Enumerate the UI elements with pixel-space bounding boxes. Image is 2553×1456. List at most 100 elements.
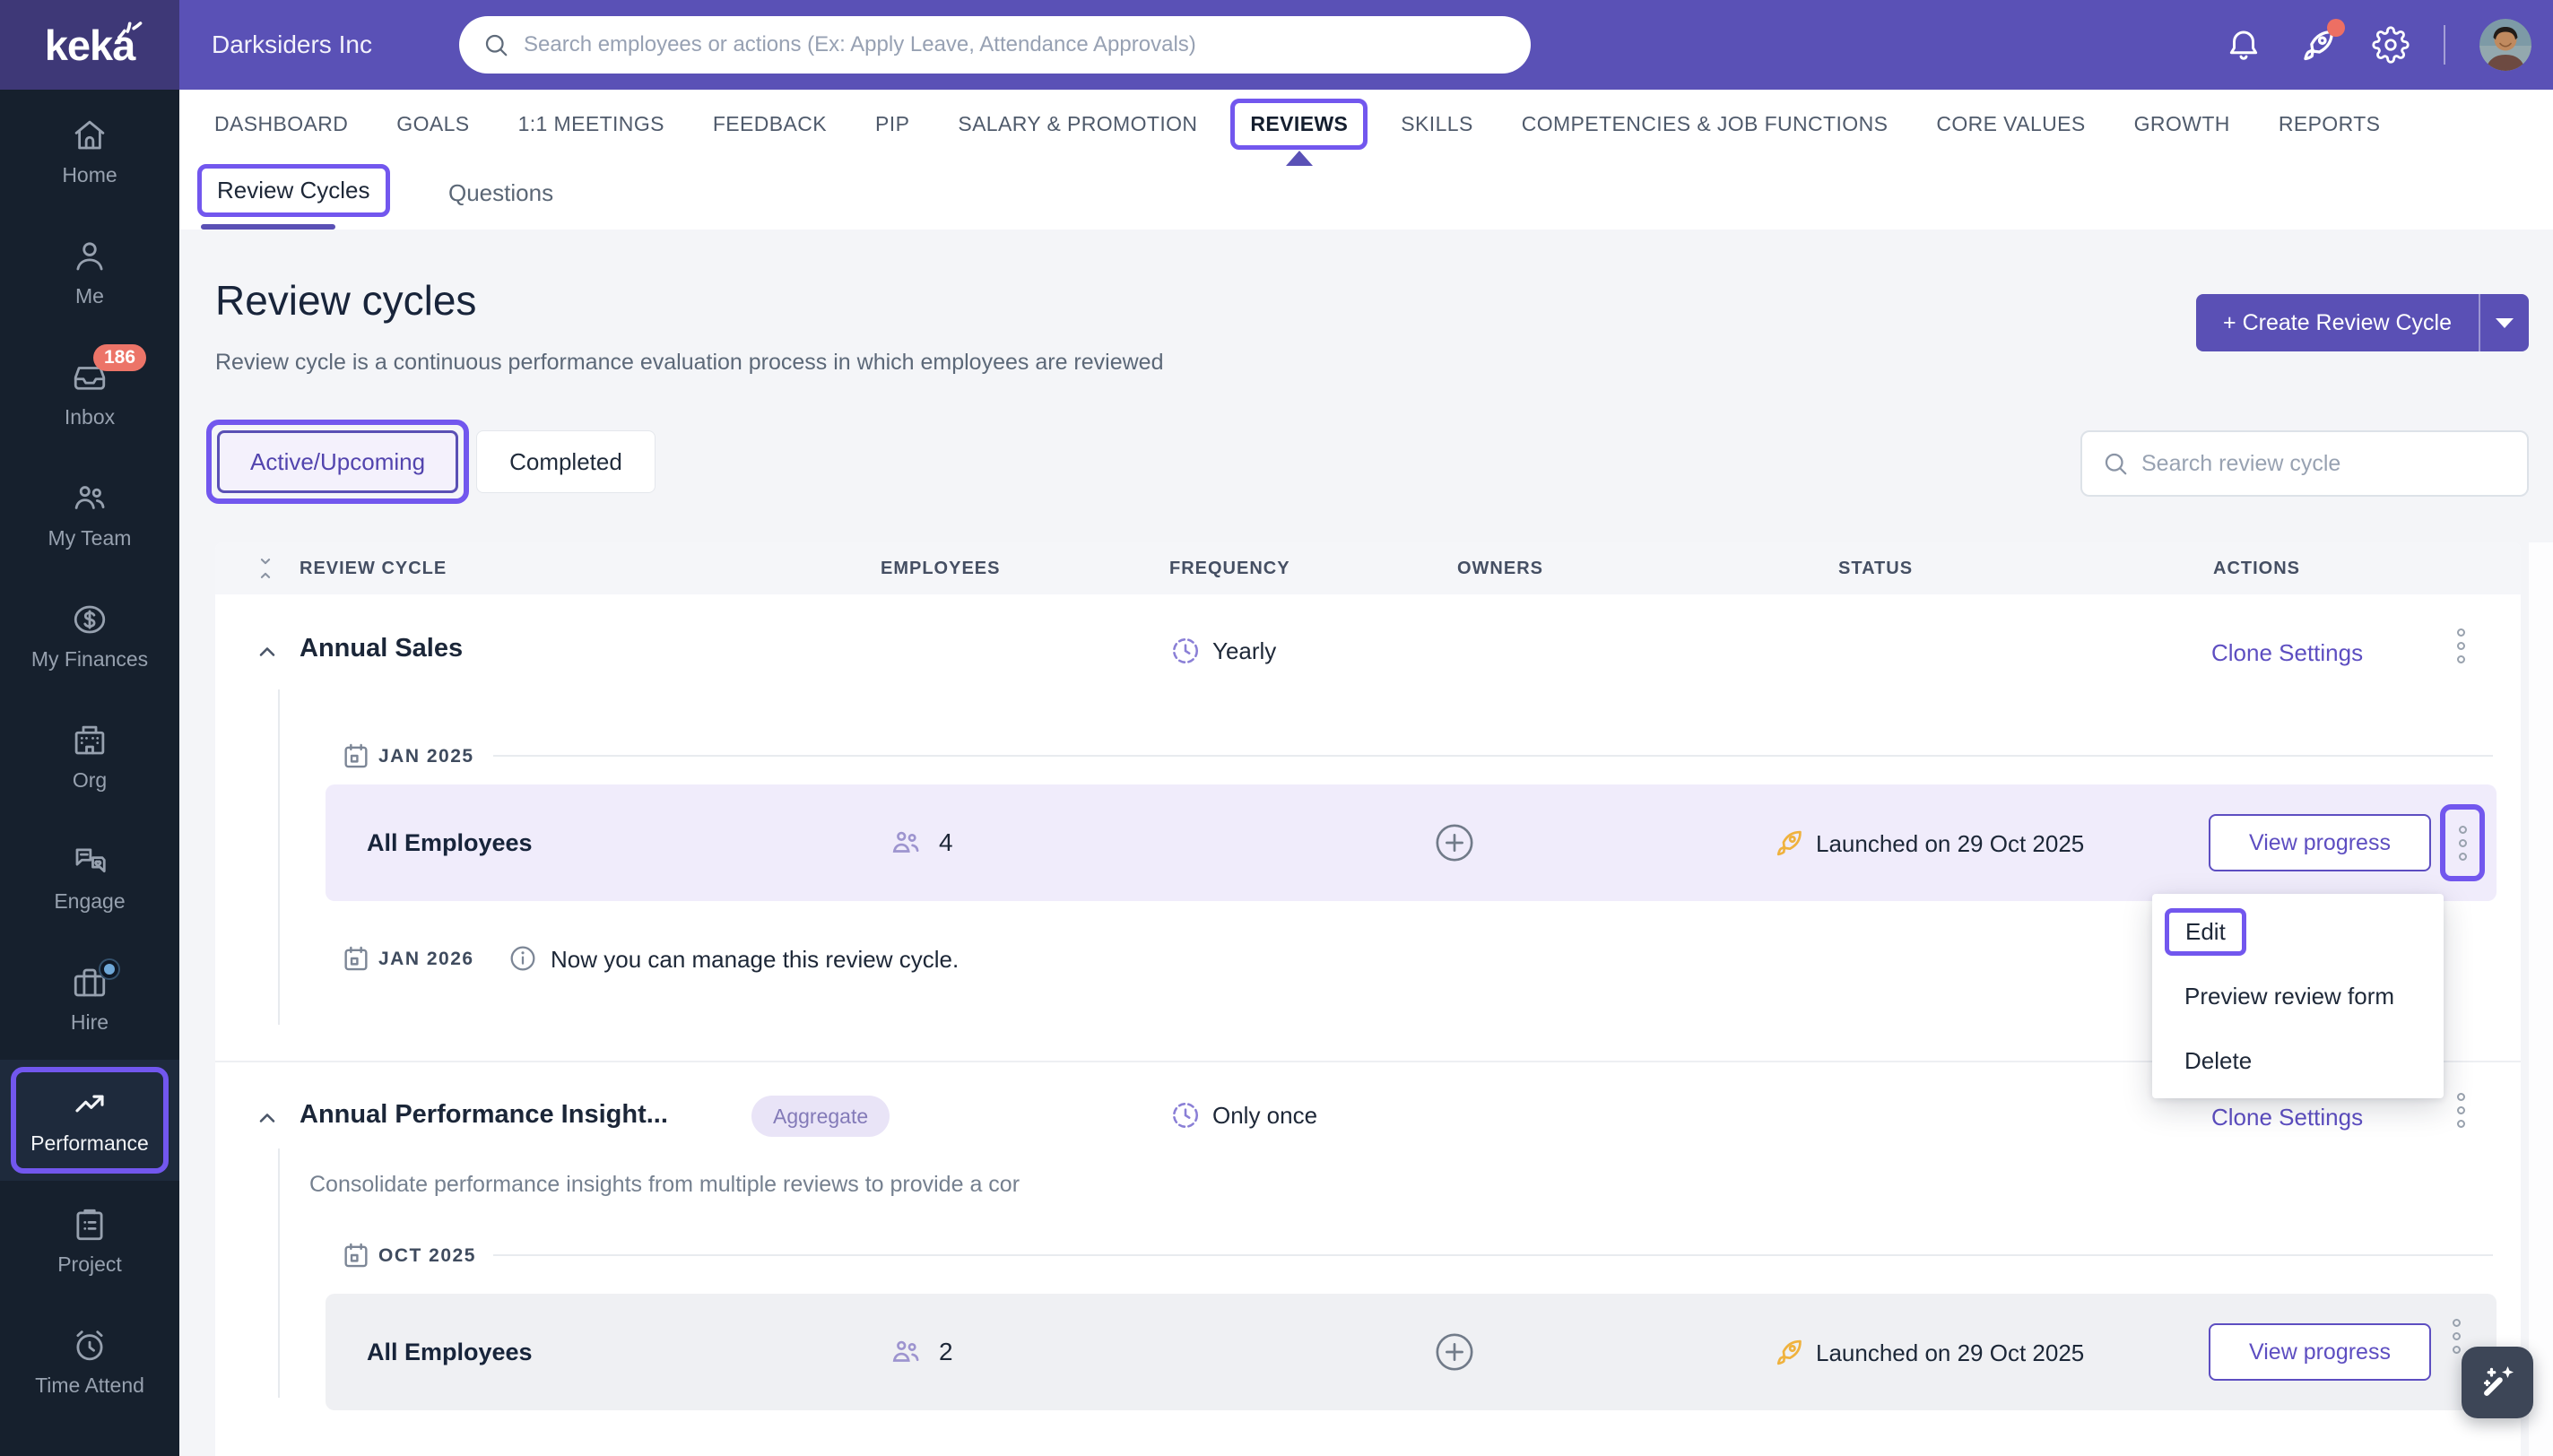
add-owner-icon[interactable] (1434, 822, 1475, 863)
frequency-cell: Only once (1169, 1099, 1317, 1131)
tab-goals[interactable]: GOALS (372, 112, 493, 136)
sidebar-item-label: My Finances (31, 647, 148, 672)
announcements-rocket-icon[interactable] (2297, 24, 2338, 65)
sidebar-item-my-finances[interactable]: My Finances (0, 576, 179, 697)
collapse-chevron-icon[interactable] (255, 639, 280, 664)
notifications-bell-icon[interactable] (2225, 26, 2262, 64)
clone-settings-link[interactable]: Clone Settings (2211, 1104, 2363, 1131)
review-cycle-search[interactable] (2080, 430, 2529, 497)
launched-rocket-icon (1771, 826, 1805, 860)
tab-core-values[interactable]: CORE VALUES (1912, 112, 2109, 136)
engage-icon (71, 843, 109, 880)
row-name: All Employees (367, 1339, 533, 1366)
add-owner-icon[interactable] (1434, 1331, 1475, 1373)
sidebar-item-me[interactable]: Me (0, 212, 179, 334)
tab-dashboard[interactable]: DASHBOARD (190, 112, 372, 136)
tab-1-1-meetings[interactable]: 1:1 MEETINGS (494, 112, 689, 136)
tab-reviews[interactable]: REVIEWS (1221, 90, 1376, 158)
active-tab-caret-icon (1286, 151, 1313, 166)
sidebar-item-performance[interactable]: Performance (0, 1060, 179, 1181)
search-icon (482, 31, 509, 58)
menu-item-delete[interactable]: Delete (2152, 1028, 2444, 1093)
sidebar-item-label: Performance (30, 1131, 149, 1156)
module-tab-bar: DASHBOARD GOALS 1:1 MEETINGS FEEDBACK PI… (179, 90, 2553, 158)
tab-reports[interactable]: REPORTS (2254, 112, 2405, 136)
col-frequency: FREQUENCY (1169, 542, 1290, 594)
magic-wand-button[interactable] (2462, 1347, 2533, 1418)
header-divider (2444, 25, 2445, 65)
main-content: Review cycles Review cycle is a continuo… (179, 230, 2553, 1456)
clone-settings-link[interactable]: Clone Settings (2211, 639, 2363, 667)
period-date: OCT 2025 (378, 1245, 476, 1267)
create-review-cycle-dropdown[interactable] (2479, 294, 2529, 351)
period-divider (493, 1254, 2493, 1256)
company-name: Darksiders Inc (212, 30, 372, 59)
row-context-menu: Edit Preview review form Delete (2152, 894, 2444, 1098)
sidebar-item-hire[interactable]: Hire (0, 939, 179, 1060)
review-cycle-row[interactable]: All Employees 4 Launched on 29 Oct 2025 … (326, 784, 2497, 901)
frequency-cell: Yearly (1169, 635, 1276, 667)
global-search[interactable] (459, 16, 1531, 74)
tab-competencies-job-functions[interactable]: COMPETENCIES & JOB FUNCTIONS (1498, 112, 1913, 136)
menu-item-edit[interactable]: Edit (2152, 899, 2444, 964)
toggle-completed[interactable]: Completed (476, 430, 656, 493)
row-kebab-menu-icon[interactable] (2459, 826, 2467, 861)
subtab-questions[interactable]: Questions (448, 179, 553, 207)
employees-icon (889, 826, 923, 860)
clipboard-icon (71, 1206, 109, 1244)
sidebar-item-my-team[interactable]: My Team (0, 455, 179, 576)
scrollbar-track[interactable] (2529, 542, 2553, 1456)
global-search-input[interactable] (524, 32, 1507, 57)
group-kebab-menu-icon[interactable] (2457, 1093, 2465, 1128)
hire-notification-dot (100, 960, 118, 978)
period-note: Now you can manage this review cycle. (551, 946, 959, 974)
search-icon (2102, 450, 2129, 477)
sidebar-item-home[interactable]: Home (0, 91, 179, 212)
group-name[interactable]: Annual Sales (300, 634, 463, 663)
sidebar-item-engage[interactable]: Engage (0, 818, 179, 939)
group-name[interactable]: Annual Performance Insight... (300, 1100, 668, 1130)
reviews-sub-tab-bar: Review Cycles Questions (179, 158, 2553, 230)
review-cycles-table: REVIEW CYCLE EMPLOYEES FREQUENCY OWNERS … (215, 542, 2521, 1456)
tab-pip[interactable]: PIP (851, 112, 933, 136)
sidebar-item-label: Me (75, 284, 104, 308)
sidebar: keka Home Me 186 Inbox My Team My Financ… (0, 0, 179, 1456)
org-icon (71, 722, 109, 759)
user-avatar[interactable] (2479, 19, 2531, 71)
tab-skills[interactable]: SKILLS (1376, 112, 1497, 136)
review-cycle-search-input[interactable] (2141, 451, 2507, 477)
info-icon (508, 943, 538, 974)
settings-gear-icon[interactable] (2372, 26, 2410, 64)
review-cycle-row[interactable]: All Employees 2 Launched on 29 Oct 2025 … (326, 1294, 2497, 1410)
active-upcoming-annotation-box: Active/Upcoming (206, 420, 469, 504)
subtab-review-cycles[interactable]: Review Cycles (197, 164, 390, 217)
sidebar-item-inbox[interactable]: 186 Inbox (0, 334, 179, 455)
inbox-badge: 186 (93, 344, 146, 371)
tab-feedback[interactable]: FEEDBACK (689, 112, 851, 136)
sidebar-item-project[interactable]: Project (0, 1181, 179, 1302)
magic-wand-icon (2477, 1362, 2518, 1403)
person-icon (71, 238, 109, 275)
toggle-active-upcoming[interactable]: Active/Upcoming (217, 430, 458, 493)
tab-growth[interactable]: GROWTH (2110, 112, 2254, 136)
page-title: Review cycles (215, 276, 476, 325)
team-icon (71, 480, 109, 517)
caret-down-icon (2496, 318, 2514, 328)
sidebar-item-label: My Team (48, 526, 132, 550)
keka-logo[interactable]: keka (0, 0, 179, 90)
row-kebab-menu-icon[interactable] (2453, 1319, 2461, 1354)
col-owners: OWNERS (1457, 542, 1543, 594)
row-kebab-annotation-box[interactable] (2440, 804, 2485, 881)
collapse-all-icon[interactable] (253, 556, 278, 581)
edit-annotation-box: Edit (2165, 908, 2246, 956)
menu-item-preview-review-form[interactable]: Preview review form (2152, 964, 2444, 1028)
sidebar-item-org[interactable]: Org (0, 697, 179, 818)
sidebar-item-time-attend[interactable]: Time Attend (0, 1302, 179, 1423)
view-progress-button[interactable]: View progress (2209, 1323, 2431, 1381)
create-review-cycle-button[interactable]: + Create Review Cycle (2196, 294, 2529, 351)
collapse-chevron-icon[interactable] (255, 1105, 280, 1131)
table-header: REVIEW CYCLE EMPLOYEES FREQUENCY OWNERS … (215, 542, 2521, 594)
tab-salary-promotion[interactable]: SALARY & PROMOTION (933, 112, 1221, 136)
group-kebab-menu-icon[interactable] (2457, 628, 2465, 663)
view-progress-button[interactable]: View progress (2209, 814, 2431, 871)
